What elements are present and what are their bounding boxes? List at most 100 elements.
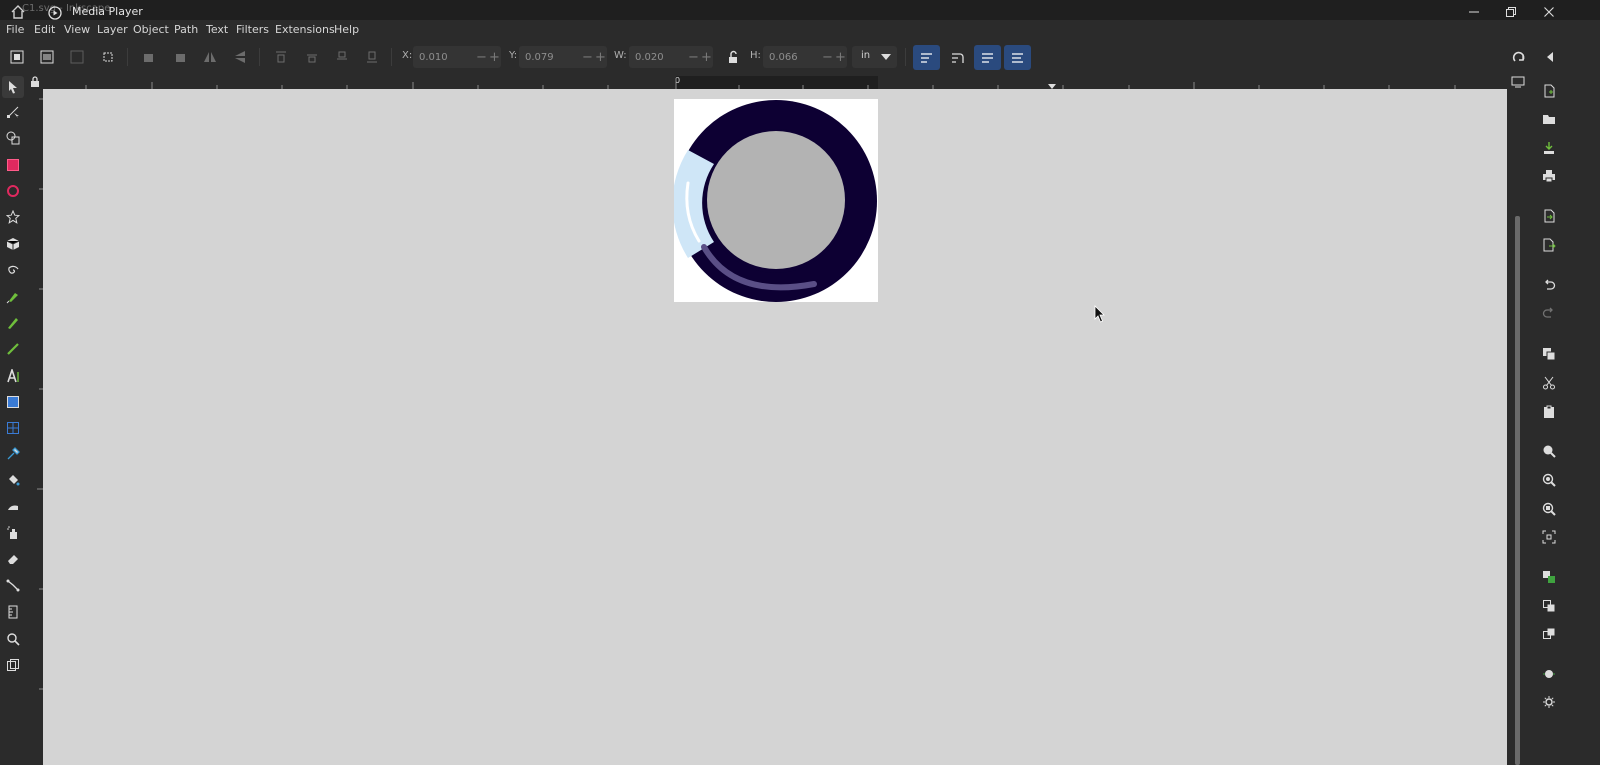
menu-text[interactable]: Text [206,23,228,36]
transform-gradients-button[interactable] [974,45,1001,70]
pages-tool[interactable] [2,654,24,676]
selector-tool[interactable] [2,76,24,98]
document-page[interactable] [672,99,878,302]
star-tool[interactable] [2,206,24,228]
y-input[interactable] [523,49,579,66]
text-tool[interactable] [2,365,24,387]
h-field[interactable]: − + [763,46,847,68]
x-input[interactable] [417,49,473,66]
menu-path[interactable]: Path [174,23,198,36]
eraser-tool[interactable] [2,548,24,570]
scrollbar-thumb[interactable] [1515,216,1520,765]
cut-button[interactable] [1538,372,1560,394]
paint-bucket-tool[interactable] [2,469,24,491]
zoom-tool[interactable] [2,628,24,650]
w-increment-button[interactable]: + [701,50,712,65]
menu-object[interactable]: Object [133,23,169,36]
vertical-scrollbar[interactable] [1507,89,1525,765]
node-tool[interactable] [2,101,24,123]
calligraphy-tool[interactable] [2,338,24,360]
zoom-selection-button[interactable] [1538,440,1560,462]
menu-view[interactable]: View [64,23,90,36]
h-decrement-button[interactable]: − [822,50,833,65]
touch-select-button[interactable] [98,47,118,67]
flip-vertical-button[interactable] [230,47,250,67]
x-decrement-button[interactable]: − [476,50,487,65]
toolbox [0,76,27,765]
drawing-canvas[interactable] [43,89,1507,765]
y-decrement-button[interactable]: − [582,50,593,65]
menu-edit[interactable]: Edit [34,23,55,36]
new-document-button[interactable] [1538,80,1560,102]
duplicate-button[interactable] [1538,343,1560,365]
connector-tool[interactable] [2,574,24,596]
w-input[interactable] [633,49,689,66]
snap-menu-button[interactable] [1540,47,1560,67]
lock-guides-icon[interactable] [30,76,40,88]
zoom-fit-button[interactable] [1538,526,1560,548]
unit-select[interactable]: in [852,46,897,68]
deselect-button[interactable] [67,47,87,67]
lower-to-bottom-button[interactable] [362,47,382,67]
y-increment-button[interactable]: + [595,50,606,65]
x-field[interactable]: − + [413,46,501,68]
undo-button[interactable] [1538,274,1560,296]
snap-toggle-button[interactable] [1509,47,1529,67]
snap-nodes-button[interactable] [1538,663,1560,685]
raise-object-button[interactable] [1538,623,1560,645]
rotate-ccw-button[interactable] [139,47,159,67]
menu-layer[interactable]: Layer [97,23,128,36]
menu-filters[interactable]: Filters [236,23,269,36]
spiral-tool-icon [8,265,19,274]
rectangle-tool[interactable] [2,154,24,176]
y-field[interactable]: − + [519,46,607,68]
w-decrement-button[interactable]: − [688,50,699,65]
media-player-button-drawing[interactable] [672,99,878,302]
spiral-tool[interactable] [2,259,24,281]
zoom-drawing-button[interactable] [1538,469,1560,491]
menu-help[interactable]: Help [334,23,359,36]
import-button[interactable] [1538,205,1560,227]
scale-corners-button[interactable] [944,45,971,70]
document-settings-button[interactable] [1538,691,1560,713]
lock-proportions-button[interactable] [723,47,743,67]
print-button[interactable] [1538,165,1560,187]
save-button[interactable] [1538,137,1560,159]
scale-stroke-button[interactable] [913,45,940,70]
select-all-layers-button[interactable] [37,47,57,67]
3d-box-tool[interactable] [2,233,24,255]
transform-patterns-icon [1012,53,1023,63]
transform-patterns-button[interactable] [1004,45,1031,70]
spray-tool[interactable] [2,522,24,544]
mesh-tool[interactable] [2,417,24,439]
select-all-button[interactable] [7,47,27,67]
ellipse-tool[interactable] [2,180,24,202]
export-button[interactable] [1538,234,1560,256]
raise-button[interactable] [302,47,322,67]
h-increment-button[interactable]: + [835,50,846,65]
x-increment-button[interactable]: + [489,50,500,65]
menu-extensions[interactable]: Extensions [275,23,335,36]
zoom-page-button[interactable] [1538,498,1560,520]
h-input[interactable] [767,49,823,66]
redo-button[interactable] [1538,302,1560,324]
dropper-tool[interactable] [2,443,24,465]
tweak-tool[interactable] [2,496,24,518]
w-field[interactable]: − + [629,46,713,68]
ungroup-button[interactable] [1538,595,1560,617]
raise-to-top-button[interactable] [271,47,291,67]
paste-button[interactable] [1538,401,1560,423]
pen-tool[interactable] [2,286,24,308]
pencil-tool[interactable] [2,312,24,334]
flip-horizontal-button[interactable] [200,47,220,67]
display-mode-icon[interactable] [1511,76,1525,88]
open-document-button[interactable] [1538,108,1560,130]
lower-button[interactable] [332,47,352,67]
shape-builder-tool[interactable] [2,127,24,149]
measure-tool[interactable] [2,601,24,623]
group-button[interactable] [1538,566,1560,588]
menu-file[interactable]: File [6,23,24,36]
rotate-cw-button[interactable] [170,47,190,67]
center-disc[interactable] [707,131,845,269]
gradient-tool[interactable] [2,391,24,413]
